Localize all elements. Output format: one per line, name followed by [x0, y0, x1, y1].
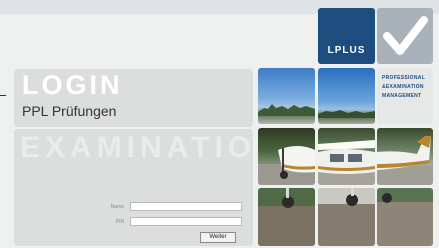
treeline-graphic — [258, 104, 315, 116]
login-heading: LOGIN — [22, 70, 123, 100]
paving-graphic — [318, 188, 375, 246]
lplus-logo-tile: LPLUS — [318, 8, 375, 64]
name-input[interactable] — [130, 202, 242, 211]
airplane-wing-graphic — [318, 140, 375, 185]
photo-tile-ground-1 — [258, 188, 315, 246]
photo-tile-ground-2 — [318, 188, 375, 246]
divider-line — [0, 95, 6, 96]
photo-tile-plane-nose — [258, 128, 315, 185]
tagline-line-3: MANAGEMENT — [382, 93, 422, 99]
lplus-logo: LPLUS — [327, 45, 366, 56]
examination-heading: EXAMINATION — [20, 131, 283, 164]
photo-tile-plane-wing — [318, 128, 375, 185]
photo-tile-sky-2 — [318, 68, 375, 124]
paving-graphic — [258, 188, 315, 246]
checkmark-icon — [383, 16, 428, 55]
tagline-line-2: &EXAMINATION — [382, 84, 424, 90]
name-label: Name — [110, 204, 124, 210]
pin-input[interactable] — [130, 217, 242, 226]
submit-button[interactable]: Weiter — [200, 232, 236, 243]
header-blank-area — [8, 14, 251, 66]
airplane-nose-graphic — [258, 146, 315, 185]
paving-graphic — [377, 188, 433, 246]
photo-tile-plane-tail — [377, 128, 433, 185]
tagline-line-1: PROFESSIONAL — [382, 75, 426, 81]
pin-label: PIN — [115, 219, 124, 225]
airplane-tail-graphic — [377, 136, 433, 185]
treeline-graphic — [318, 110, 375, 118]
checkmark-tile — [377, 8, 433, 64]
tagline-tile: PROFESSIONAL &EXAMINATION MANAGEMENT — [377, 68, 433, 124]
photo-tile-ground-3 — [377, 188, 433, 246]
photo-tile-sky — [258, 68, 315, 124]
exam-subtitle: PPL Prüfungen — [22, 103, 117, 119]
